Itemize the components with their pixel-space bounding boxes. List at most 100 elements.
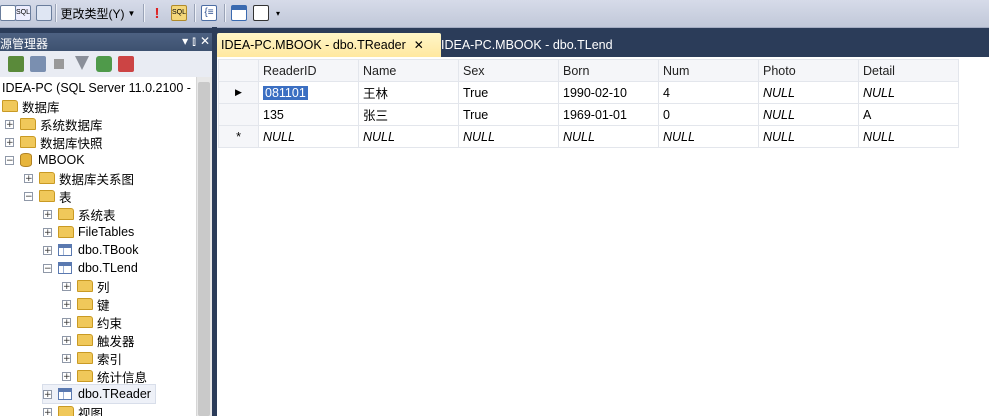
tree-node-label: MBOOK	[38, 153, 85, 167]
execute-sql-icon[interactable]: !	[150, 3, 164, 23]
folder-icon	[77, 352, 93, 364]
row-header[interactable]	[218, 103, 259, 126]
add-derived-table-icon[interactable]	[252, 3, 270, 23]
stop-icon[interactable]	[54, 59, 64, 69]
tree-node-triggers[interactable]: + 触发器	[62, 331, 135, 349]
table-cell[interactable]: 081101	[258, 81, 359, 104]
expand-icon[interactable]: +	[62, 353, 71, 363]
tree-node-tbook[interactable]: + dbo.TBook	[43, 241, 138, 259]
expand-icon[interactable]: +	[24, 173, 33, 183]
table-cell[interactable]: 1990-02-10	[558, 81, 659, 104]
change-type-button[interactable]: 更改类型(Y) ▼	[58, 3, 138, 23]
results-pane-icon[interactable]	[36, 3, 52, 23]
collapse-icon[interactable]: −	[43, 263, 52, 273]
close-icon[interactable]: ✕	[200, 34, 210, 49]
collapse-icon[interactable]: −	[24, 191, 33, 201]
activity-monitor-icon[interactable]	[118, 56, 134, 72]
table-cell[interactable]: 王林	[358, 81, 459, 104]
current-row-icon[interactable]: ▶	[218, 81, 259, 104]
collapse-icon[interactable]: −	[5, 155, 14, 165]
column-header[interactable]: Num	[658, 59, 759, 82]
expand-icon[interactable]: +	[5, 137, 14, 147]
column-header[interactable]: Detail	[858, 59, 959, 82]
tree-node-filetables[interactable]: + FileTables	[43, 223, 134, 241]
tree-node-statistics[interactable]: + 统计信息	[62, 367, 147, 385]
tree-scrollbar-thumb[interactable]	[198, 82, 210, 416]
table-cell[interactable]: NULL	[458, 125, 559, 148]
table-row[interactable]: 135 张三 True 1969-01-01 0 NULL A	[218, 103, 959, 126]
pin-icon[interactable]: ⫾	[192, 34, 196, 49]
add-table-icon[interactable]	[230, 3, 248, 23]
table-cell[interactable]: True	[458, 81, 559, 104]
expand-icon[interactable]: +	[5, 119, 14, 129]
folder-icon	[77, 370, 93, 382]
table-cell[interactable]: NULL	[758, 81, 859, 104]
table-icon	[58, 262, 72, 274]
table-cell[interactable]: NULL	[858, 81, 959, 104]
column-header[interactable]: Name	[358, 59, 459, 82]
tree-node-treader[interactable]: + dbo.TReader	[42, 384, 156, 404]
table-cell[interactable]: NULL	[758, 125, 859, 148]
disconnect-icon[interactable]	[30, 56, 46, 72]
tree-node-system-tables[interactable]: + 系统表	[43, 205, 116, 223]
table-cell[interactable]: NULL	[558, 125, 659, 148]
verify-sql-icon[interactable]: SQL	[170, 3, 188, 23]
new-row-icon[interactable]: *	[218, 125, 259, 148]
table-cell[interactable]: 1969-01-01	[558, 103, 659, 126]
column-header[interactable]: Sex	[458, 59, 559, 82]
expand-icon[interactable]: +	[62, 281, 71, 291]
table-cell[interactable]: NULL	[258, 125, 359, 148]
tree-node-databases[interactable]: 数据库	[2, 97, 60, 115]
toolbar-options-icon[interactable]: ▾	[273, 3, 283, 23]
tree-node-db-snapshots[interactable]: + 数据库快照	[5, 133, 103, 151]
column-header[interactable]: Photo	[758, 59, 859, 82]
table-cell[interactable]: NULL	[758, 103, 859, 126]
table-cell[interactable]: A	[858, 103, 959, 126]
tree-node-constraints[interactable]: + 约束	[62, 313, 122, 331]
tree-node-server[interactable]: IDEA-PC (SQL Server 11.0.2100 -	[2, 79, 191, 97]
tree-node-mbook[interactable]: − MBOOK	[5, 151, 85, 169]
close-icon[interactable]: ✕	[414, 38, 424, 52]
column-header[interactable]: ReaderID	[258, 59, 359, 82]
selected-cell-value[interactable]: 081101	[263, 85, 308, 100]
table-cell[interactable]: 张三	[358, 103, 459, 126]
tree-node-columns[interactable]: + 列	[62, 277, 110, 295]
toolbar-separator	[194, 4, 196, 22]
table-row[interactable]: ▶ 081101 王林 True 1990-02-10 4 NULL NULL	[218, 81, 959, 104]
sql-pane-icon[interactable]: SQL	[14, 3, 32, 23]
folder-icon	[20, 118, 36, 130]
table-cell[interactable]: NULL	[858, 125, 959, 148]
table-cell[interactable]: 4	[658, 81, 759, 104]
expand-icon[interactable]: +	[43, 389, 52, 399]
table-cell[interactable]: NULL	[358, 125, 459, 148]
tree-node-keys[interactable]: + 键	[62, 295, 110, 313]
table-cell[interactable]: 135	[258, 103, 359, 126]
expand-icon[interactable]: +	[62, 335, 71, 345]
group-by-icon[interactable]: {≡	[200, 3, 218, 23]
expand-icon[interactable]: +	[43, 209, 52, 219]
column-header[interactable]: Born	[558, 59, 659, 82]
filter-icon[interactable]	[75, 56, 89, 70]
expand-icon[interactable]: +	[43, 227, 52, 237]
expand-icon[interactable]: +	[43, 407, 52, 416]
tree-node-system-db[interactable]: + 系统数据库	[5, 115, 103, 133]
table-cell[interactable]: 0	[658, 103, 759, 126]
expand-icon[interactable]: +	[62, 317, 71, 327]
panel-dropdown-icon[interactable]: ▾	[182, 34, 188, 49]
tree-node-tables[interactable]: − 表	[24, 187, 72, 205]
connect-icon[interactable]	[8, 56, 24, 72]
tree-node-diagrams[interactable]: + 数据库关系图	[24, 169, 134, 187]
row-header-corner[interactable]	[218, 59, 259, 82]
refresh-icon[interactable]	[96, 56, 112, 72]
tree-node-indexes[interactable]: + 索引	[62, 349, 122, 367]
tree-node-views[interactable]: + 视图	[43, 403, 103, 416]
table-cell[interactable]: True	[458, 103, 559, 126]
tab-treader[interactable]: IDEA-PC.MBOOK - dbo.TReader ✕	[217, 33, 441, 57]
expand-icon[interactable]: +	[62, 371, 71, 381]
tree-node-tlend[interactable]: − dbo.TLend	[43, 259, 138, 277]
expand-icon[interactable]: +	[43, 245, 52, 255]
expand-icon[interactable]: +	[62, 299, 71, 309]
table-cell[interactable]: NULL	[658, 125, 759, 148]
tab-tlend[interactable]: IDEA-PC.MBOOK - dbo.TLend	[437, 33, 617, 57]
new-row[interactable]: * NULL NULL NULL NULL NULL NULL NULL	[218, 125, 959, 148]
